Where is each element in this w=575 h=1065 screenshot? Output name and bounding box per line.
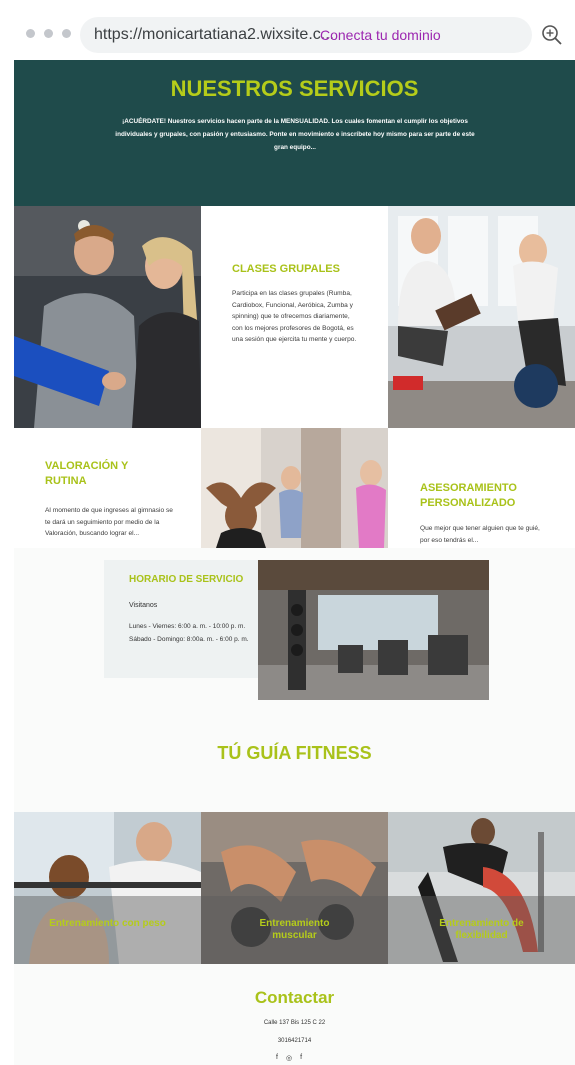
window-dot[interactable] — [26, 29, 35, 38]
personal-advice-card: ASESORAMIENTO PERSONALIZADO Que mejor qu… — [388, 428, 575, 548]
url-text[interactable]: https://monicartatiana2.wixsite.c... — [94, 26, 334, 44]
hero-text: ¡ACUÉRDATE! Nuestros servicios hacen par… — [115, 118, 475, 151]
contact-address: Calle 137 Bis 125 C 22 — [263, 1020, 326, 1026]
gym-interior-photo — [258, 560, 489, 700]
assessment-title: VALORACIÓN Y RUTINA — [45, 460, 129, 487]
weekday-hours: Lunes - Viernes: 6:00 a. m. - 10:00 p. m… — [129, 623, 246, 630]
group-classes-card: CLASES GRUPALES Participa en las clases … — [201, 206, 388, 428]
address-bar[interactable]: https://monicartatiana2.wixsite.c... Con… — [80, 17, 532, 53]
trainer-photo-image — [14, 206, 201, 428]
personal-advice-title: ASESORAMIENTO PERSONALIZADO — [420, 482, 517, 509]
connect-domain-link[interactable]: Conecta tu dominio — [320, 27, 441, 43]
service-hours-subtitle: Visitanos — [129, 602, 158, 609]
contact-title: Contactar — [254, 988, 335, 1007]
zoom-in-icon[interactable] — [541, 24, 563, 46]
social-links: f ◎ f — [276, 1054, 302, 1062]
weekend-hours: Sábado - Domingo: 8:00a. m. - 6:00 p. m. — [129, 636, 249, 643]
card-overlay — [14, 896, 201, 964]
service-hours-title: HORARIO DE SERVICIO — [129, 574, 244, 585]
assessment-card: VALORACIÓN Y RUTINA Al momento de que in… — [14, 428, 201, 548]
instagram-icon[interactable]: ◎ — [286, 1054, 292, 1062]
weight-training-card[interactable]: Entrenamiento con peso — [14, 812, 201, 964]
flexibility-training-label[interactable]: Entrenamiento de flexibilidad — [388, 918, 575, 942]
browser-toolbar: https://monicartatiana2.wixsite.c... Con… — [0, 0, 575, 60]
muscle-training-card[interactable]: Entrenamiento muscular — [201, 812, 388, 964]
services-hero: NUESTROS SERVICIOS ¡ACUÉRDATE! Nuestros … — [14, 60, 575, 206]
flexibility-training-card[interactable]: Entrenamiento de flexibilidad — [388, 812, 575, 964]
fitness-section-title: TÚ GUÍA FITNESS — [217, 743, 372, 763]
facebook-icon[interactable]: f — [276, 1054, 278, 1062]
personal-advice-text: Que mejor que tener alguien que te guié,… — [420, 525, 540, 544]
gym-couple-image — [388, 206, 575, 428]
facebook-icon[interactable]: f — [300, 1054, 302, 1062]
gym-couple-photo — [388, 206, 575, 428]
muscle-training-label[interactable]: Entrenamiento muscular — [201, 918, 388, 942]
trainer-clipboard-photo — [14, 206, 201, 428]
contact-phone: 3016421714 — [277, 1038, 312, 1044]
group-dance-photo — [201, 428, 388, 548]
group-classes-text: Participa en las clases grupales (Rumba,… — [232, 290, 357, 343]
window-dot[interactable] — [62, 29, 71, 38]
window-controls — [26, 29, 71, 38]
group-classes-title: CLASES GRUPALES — [232, 263, 340, 275]
hero-title: NUESTROS SERVICIOS — [170, 76, 419, 101]
weight-training-label[interactable]: Entrenamiento con peso — [14, 918, 201, 930]
assessment-text: Al momento de que ingreses al gimnasio s… — [45, 507, 173, 537]
page-content: NUESTROS SERVICIOS ¡ACUÉRDATE! Nuestros … — [14, 60, 575, 1065]
dance-class-image — [201, 428, 388, 548]
gym-interior-image — [258, 560, 489, 700]
window-dot[interactable] — [44, 29, 53, 38]
